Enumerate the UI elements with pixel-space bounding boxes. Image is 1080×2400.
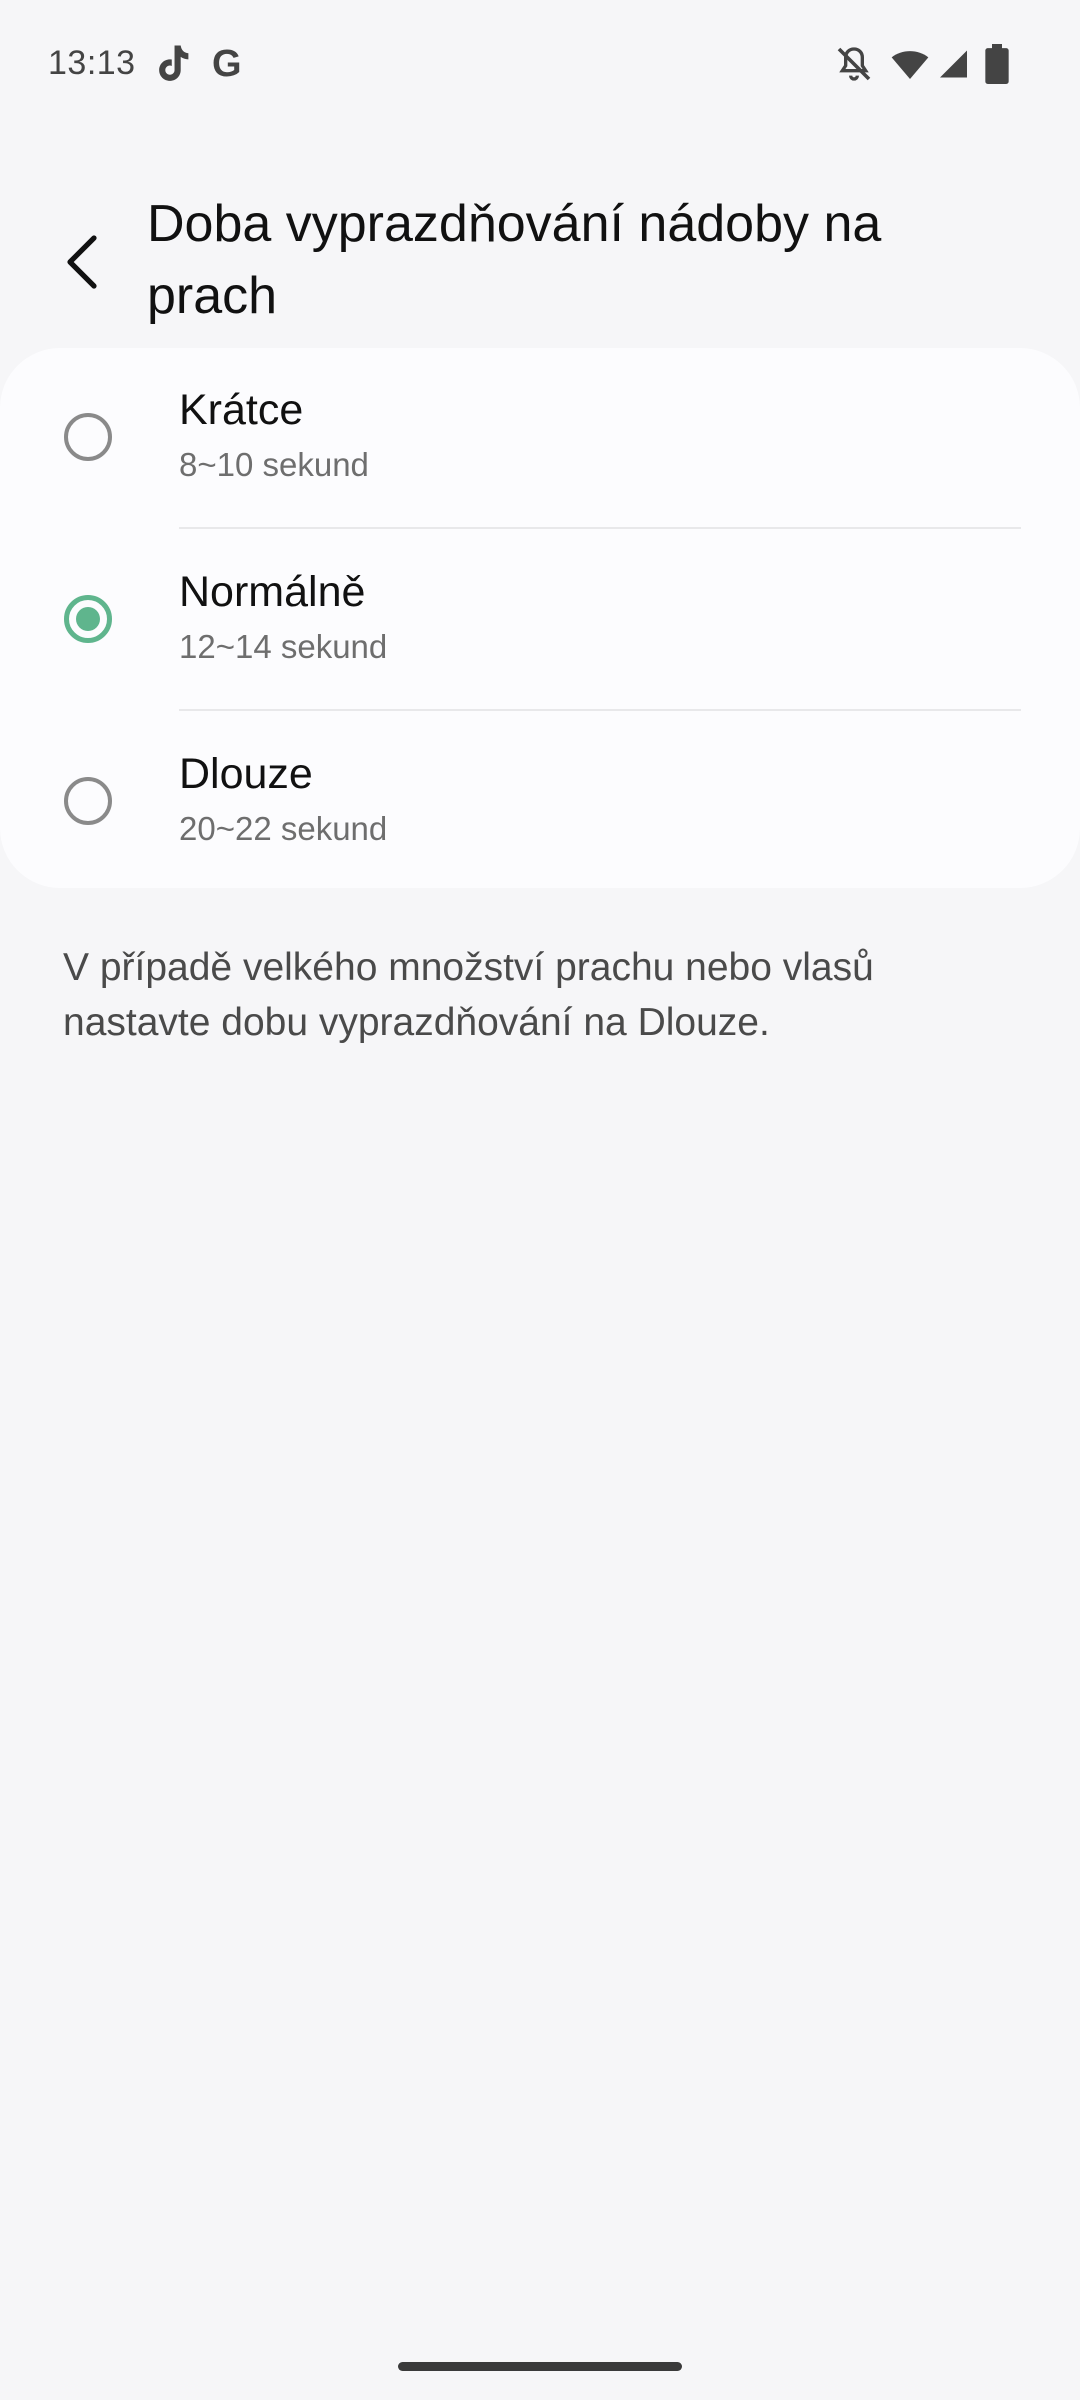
- divider: [179, 527, 1021, 529]
- radio-button-unchecked[interactable]: [64, 777, 112, 825]
- option-label: Dlouze: [179, 750, 313, 798]
- back-button[interactable]: [48, 222, 116, 302]
- option-sublabel: 8~10 sekund: [179, 446, 369, 483]
- options-card: Krátce 8~10 sekund Normálně 12~14 sekund…: [0, 348, 1080, 888]
- option-sublabel: 12~14 sekund: [179, 628, 388, 665]
- radio-button-unchecked[interactable]: [64, 413, 112, 461]
- divider: [179, 709, 1021, 711]
- google-icon: G: [212, 43, 242, 85]
- option-sublabel: 20~22 sekund: [179, 810, 388, 847]
- option-kratce[interactable]: Krátce 8~10 sekund: [0, 348, 1080, 530]
- bell-off-icon: [837, 47, 871, 81]
- option-normalne[interactable]: Normálně 12~14 sekund: [0, 530, 1080, 712]
- home-indicator[interactable]: [398, 2362, 682, 2371]
- signal-icon: [940, 50, 967, 78]
- option-dlouze[interactable]: Dlouze 20~22 sekund: [0, 712, 1080, 894]
- status-time: 13:13: [48, 44, 136, 82]
- battery-icon: [985, 44, 1009, 84]
- radio-button-checked[interactable]: [64, 595, 112, 643]
- chevron-left-icon: [67, 235, 97, 289]
- page-title: Doba vyprazdňování nádoby na prach: [147, 195, 882, 325]
- option-label: Krátce: [179, 386, 304, 434]
- tiktok-icon: [159, 45, 189, 81]
- wifi-icon: [891, 51, 929, 79]
- option-label: Normálně: [179, 568, 366, 616]
- status-bar: 13:13 G: [0, 0, 1080, 136]
- info-description: V případě velkého množství prachu nebo v…: [63, 946, 874, 1044]
